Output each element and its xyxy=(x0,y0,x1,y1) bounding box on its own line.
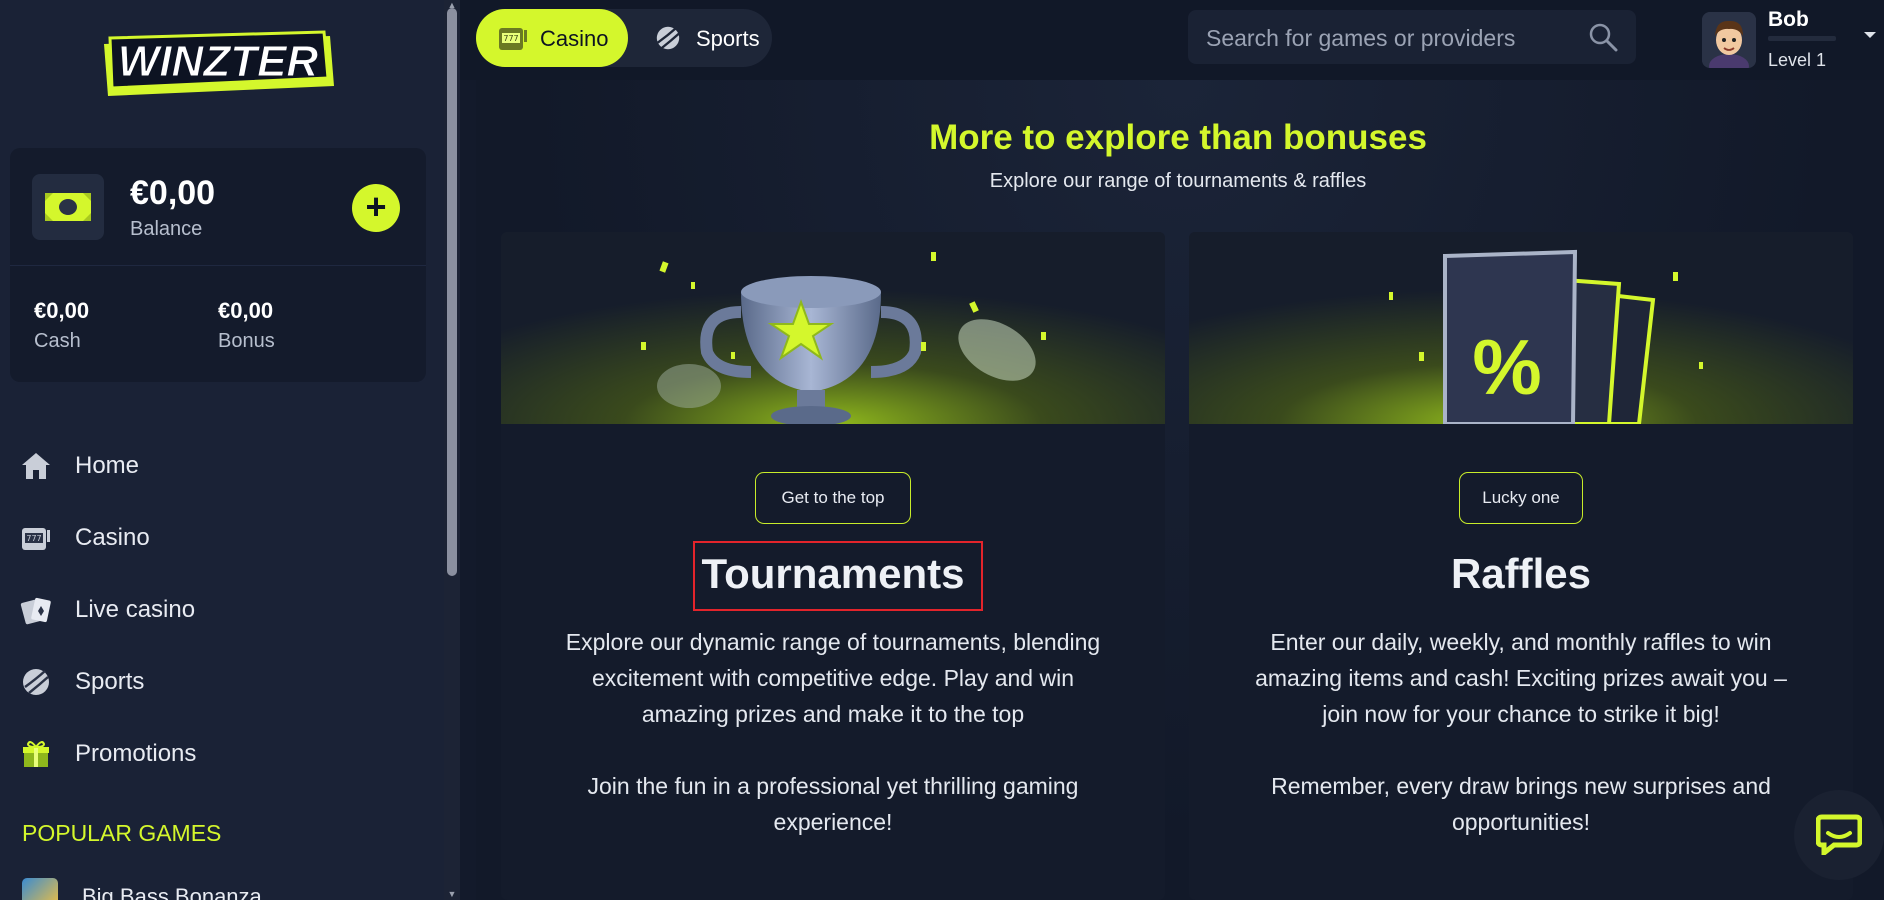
tab-label: Sports xyxy=(696,26,760,51)
page-subtitle: Explore our range of tournaments & raffl… xyxy=(989,170,1367,192)
tournaments-card: Get to the top Tournaments Explore our d… xyxy=(501,232,1165,900)
sidebar-item-label: Sports xyxy=(75,668,145,695)
sidebar-item-live-casino[interactable]: Live casino xyxy=(0,574,440,646)
sidebar: WINZTER €0,00 Balance + €0,00 Cash €0,00… xyxy=(0,0,444,900)
popular-game-item[interactable]: Big Bass Bonanza xyxy=(22,878,422,900)
winzter-logo[interactable]: WINZTER xyxy=(98,30,338,108)
bonus-label: Bonus xyxy=(218,330,275,352)
bonus-value: €0,00 xyxy=(218,298,274,323)
sidebar-item-label: Live casino xyxy=(75,596,196,623)
sidebar-scrollbar[interactable]: ▲ ▼ xyxy=(444,0,460,900)
description-paragraph: Join the fun in a professional yet thril… xyxy=(587,773,1079,835)
sidebar-item-label: Promotions xyxy=(75,740,197,767)
raffles-description: Enter our daily, weekly, and monthly raf… xyxy=(1249,624,1793,840)
lucky-one-tag[interactable]: Lucky one xyxy=(1459,472,1583,524)
slot-machine-icon: 777 xyxy=(498,24,528,52)
svg-text:%: % xyxy=(1472,323,1541,411)
scroll-up-arrow-icon[interactable]: ▲ xyxy=(447,0,457,10)
tab-sports[interactable]: Sports xyxy=(632,9,770,67)
cash-value: €0,00 xyxy=(34,298,90,323)
sidebar-item-label: Casino xyxy=(75,524,150,551)
scroll-down-arrow-icon[interactable]: ▼ xyxy=(447,889,457,899)
raffle-ticket-banner-image: % xyxy=(1189,232,1853,424)
level-progress-bar xyxy=(1768,36,1836,41)
slot-machine-icon: 777 xyxy=(20,522,52,554)
description-paragraph: Remember, every draw brings new surprise… xyxy=(1271,773,1771,835)
top-header: 777 Casino Sports Search for games or pr… xyxy=(460,0,1884,80)
tournaments-description: Explore our dynamic range of tournaments… xyxy=(561,624,1105,840)
banknote-icon xyxy=(32,174,104,240)
description-paragraph: Explore our dynamic range of tournaments… xyxy=(565,629,1101,727)
add-funds-button[interactable]: + xyxy=(352,184,400,232)
raffles-title[interactable]: Raffles xyxy=(1189,550,1853,598)
home-icon xyxy=(20,450,52,482)
ball-icon xyxy=(654,24,684,52)
sidebar-item-casino[interactable]: 777 Casino xyxy=(0,502,440,574)
gift-icon xyxy=(20,738,52,770)
raffles-card: % Lucky one Raffles Enter our daily, wee… xyxy=(1189,232,1853,900)
sidebar-nav: Home 777 Casino Live casino Sports Promo… xyxy=(0,430,440,790)
chevron-down-icon[interactable] xyxy=(1862,28,1878,40)
ball-icon xyxy=(20,666,52,698)
get-to-the-top-tag[interactable]: Get to the top xyxy=(755,472,911,524)
sidebar-item-home[interactable]: Home xyxy=(0,430,440,502)
svg-text:WINZTER: WINZTER xyxy=(118,37,319,86)
svg-text:777: 777 xyxy=(503,34,518,43)
balance-panel: €0,00 Balance + xyxy=(10,148,426,266)
user-name: Bob xyxy=(1768,8,1809,31)
game-thumbnail xyxy=(22,878,58,900)
description-paragraph: Enter our daily, weekly, and monthly raf… xyxy=(1255,629,1787,727)
chat-icon xyxy=(1815,811,1863,860)
cards-icon xyxy=(20,594,52,626)
tab-casino[interactable]: 777 Casino xyxy=(476,9,628,67)
balance-label: Balance xyxy=(130,218,203,240)
cash-label: Cash xyxy=(34,330,81,352)
scrollbar-thumb[interactable] xyxy=(447,8,457,576)
search-placeholder: Search for games or providers xyxy=(1206,25,1516,51)
search-icon[interactable] xyxy=(1588,22,1618,52)
live-chat-button[interactable] xyxy=(1794,790,1884,880)
user-level: Level 1 xyxy=(1768,50,1827,70)
trophy-banner-image xyxy=(501,232,1165,424)
wallet-card: €0,00 Balance + €0,00 Cash €0,00 Bonus xyxy=(10,148,426,382)
sidebar-item-label: Home xyxy=(75,452,140,479)
page-title: More to explore than bonuses xyxy=(929,118,1427,157)
user-menu[interactable]: Bob Level 1 xyxy=(1702,6,1882,70)
product-tab-switch: 777 Casino Sports xyxy=(476,9,772,67)
balance-amount: €0,00 xyxy=(130,174,216,212)
tab-label: Casino xyxy=(540,26,609,51)
sidebar-item-sports[interactable]: Sports xyxy=(0,646,440,718)
main-content: More to explore than bonuses Explore our… xyxy=(476,80,1884,900)
sidebar-item-promotions[interactable]: Promotions xyxy=(0,718,440,790)
avatar[interactable] xyxy=(1702,12,1756,68)
popular-games-heading: POPULAR GAMES xyxy=(22,820,222,846)
search-input[interactable]: Search for games or providers xyxy=(1188,10,1636,64)
popular-game-label: Big Bass Bonanza xyxy=(82,884,262,900)
highlight-box xyxy=(693,541,983,611)
svg-text:777: 777 xyxy=(26,534,41,543)
